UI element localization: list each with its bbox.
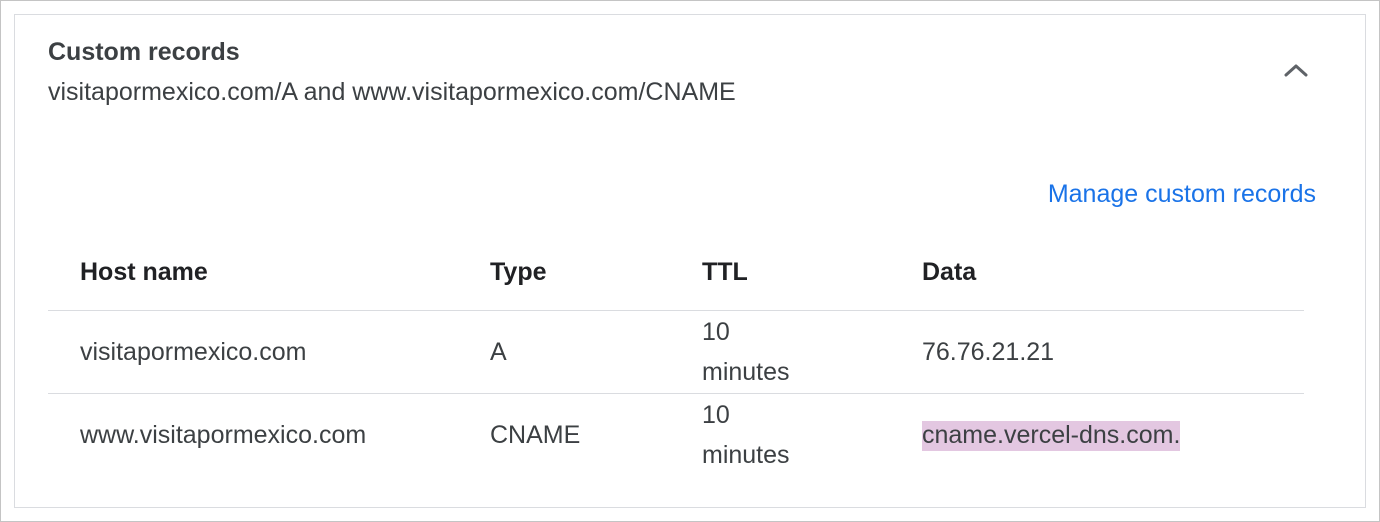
cell-data: cname.vercel-dns.com.	[890, 394, 1304, 477]
column-header-data: Data	[890, 234, 1304, 311]
cell-data: 76.76.21.21	[890, 310, 1304, 394]
section-title: Custom records	[48, 38, 240, 66]
cell-host: visitapormexico.com	[48, 310, 458, 394]
selected-text-highlight: cname.vercel-dns.com.	[922, 421, 1181, 451]
cell-ttl: 10 minutes	[670, 310, 890, 394]
records-table: Host name Type TTL Data visitapormexico.…	[48, 234, 1304, 476]
manage-custom-records-link[interactable]: Manage custom records	[1048, 178, 1316, 210]
column-header-type: Type	[458, 234, 670, 311]
chevron-up-icon	[1283, 62, 1309, 83]
table-row: www.visitapormexico.com CNAME 10 minutes…	[48, 394, 1304, 477]
cell-ttl: 10 minutes	[702, 401, 790, 469]
cell-type: CNAME	[490, 421, 581, 449]
column-header-ttl: TTL	[670, 234, 890, 311]
section-header: Custom records visitapormexico.com/A and…	[48, 36, 736, 108]
section-subtitle: visitapormexico.com/A and www.visitaporm…	[48, 78, 736, 106]
card-divider	[14, 507, 1366, 508]
table-row: visitapormexico.com A 10 minutes 76.76.2…	[48, 310, 1304, 394]
column-header-host: Host name	[48, 234, 458, 311]
collapse-button[interactable]	[1280, 58, 1312, 86]
cell-type: A	[458, 310, 670, 394]
cell-host: www.visitapormexico.com	[80, 421, 367, 449]
table-header-row: Host name Type TTL Data	[48, 234, 1304, 311]
